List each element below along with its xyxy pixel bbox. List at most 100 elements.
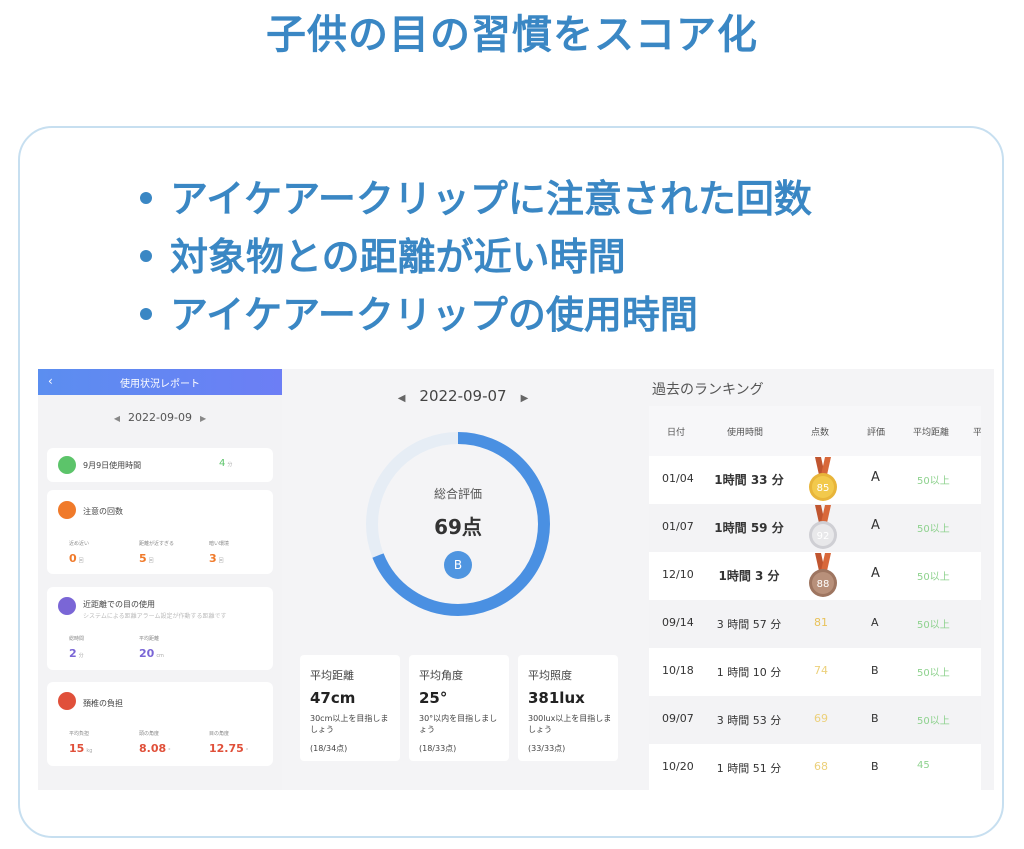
neck-load-card[interactable]: 頚椎の負担 平均負担 頭の角度 目の角度 15 kg 8.08 ° 12.75 ° bbox=[47, 682, 273, 766]
next-date-icon[interactable]: ▶ bbox=[200, 414, 206, 423]
distance-cell: 50以上 bbox=[917, 524, 950, 535]
date-cell: 12/10 bbox=[662, 568, 694, 581]
metric-title: 平均距離 bbox=[310, 669, 354, 682]
date-cell: 01/07 bbox=[662, 520, 694, 533]
warning-label: 距離が近すぎる bbox=[139, 541, 175, 547]
neck-label: 目の角度 bbox=[209, 731, 230, 737]
grade-badge: B bbox=[444, 551, 472, 579]
usage-time-value: 4分 bbox=[219, 458, 233, 469]
neck-value: 15 kg bbox=[69, 742, 93, 755]
alert-icon bbox=[58, 501, 76, 519]
distance-cell: 50以上 bbox=[917, 476, 950, 487]
calendar-icon bbox=[58, 456, 76, 474]
distance-cell: 50以上 bbox=[917, 716, 950, 727]
metric-title: 平均照度 bbox=[528, 669, 572, 682]
neck-load-title: 頚椎の負担 bbox=[83, 699, 123, 708]
report-title: 使用状況レポート bbox=[120, 378, 200, 390]
distance-cell: 50以上 bbox=[917, 668, 950, 679]
report-header: ‹ 使用状況レポート bbox=[38, 369, 282, 395]
table-row[interactable]: 10/20 1 時間 51 分 68 B 45 bbox=[649, 744, 981, 790]
close-use-subtitle: システムによる距離アラーム設定が作動する距離です bbox=[83, 613, 227, 620]
table-row[interactable]: 10/18 1 時間 10 分 74 B 50以上 bbox=[649, 648, 981, 696]
metric-points: (18/33点) bbox=[419, 744, 457, 753]
time-cell: 1時間 33 分 bbox=[714, 473, 784, 487]
close-use-label: 平均距離 bbox=[139, 636, 160, 642]
medal-icon: 88 bbox=[809, 553, 837, 597]
score-text: 85 bbox=[817, 483, 830, 494]
prev-date-icon[interactable]: ◀ bbox=[398, 393, 406, 404]
metric-description: 30cm以上を目指しましょう bbox=[310, 714, 389, 734]
table-row[interactable]: 09/07 3 時間 53 分 69 B 50以上 bbox=[649, 696, 981, 744]
next-date-icon[interactable]: ▶ bbox=[521, 393, 529, 404]
chevron-left-icon[interactable]: ‹ bbox=[48, 374, 53, 388]
report-date-selector: ◀ 2022-09-09 ▶ bbox=[38, 411, 282, 424]
table-row[interactable]: 12/10 1時間 3 分 88 A 50以上 bbox=[649, 552, 981, 600]
warning-card-title: 注意の回数 bbox=[83, 507, 123, 516]
close-use-value: 20 cm bbox=[139, 647, 164, 660]
warning-value: 3回 bbox=[209, 552, 224, 565]
grade-cell: B bbox=[871, 760, 879, 773]
metric-card-illuminance[interactable]: 平均照度 381lux 300lux以上を目指しましょう (33/33点) bbox=[518, 655, 618, 761]
column-header: 日付 bbox=[667, 428, 686, 438]
column-header: 評価 bbox=[867, 428, 886, 438]
time-cell: 1時間 3 分 bbox=[718, 569, 780, 583]
metric-description: 30°以内を目指しましょう bbox=[419, 714, 498, 734]
score-cell: 68 bbox=[814, 760, 828, 773]
metric-points: (18/34点) bbox=[310, 744, 348, 753]
score-date-selector: ◀ 2022-09-07 ▶ bbox=[298, 387, 628, 405]
prev-date-icon[interactable]: ◀ bbox=[114, 414, 120, 423]
bullet-icon bbox=[140, 191, 152, 204]
metric-card-distance[interactable]: 平均距離 47cm 30cm以上を目指しましょう (18/34点) bbox=[300, 655, 400, 761]
ranking-header: 日付 使用時間 点数 評価 平均距離 平 bbox=[649, 406, 981, 456]
distance-cell: 45 bbox=[917, 760, 930, 771]
metric-title: 平均角度 bbox=[419, 669, 463, 682]
distance-cell: 50以上 bbox=[917, 572, 950, 583]
close-use-card[interactable]: 近距離での目の使用 システムによる距離アラーム設定が作動する距離です 総時間 平… bbox=[47, 587, 273, 670]
score-text: 92 bbox=[817, 531, 830, 542]
neck-label: 頭の角度 bbox=[139, 731, 160, 737]
app-screenshot: ‹ 使用状況レポート ◀ 2022-09-09 ▶ 9月9日使用時間 4分 注意の回… bbox=[38, 369, 994, 790]
score-date: 2022-09-07 bbox=[419, 387, 507, 405]
grade-cell: A bbox=[871, 566, 880, 581]
time-cell: 1 時間 51 分 bbox=[716, 762, 782, 775]
score-text: 88 bbox=[817, 579, 830, 590]
report-date: 2022-09-09 bbox=[128, 411, 192, 424]
metric-card-angle[interactable]: 平均角度 25° 30°以内を目指しましょう (18/33点) bbox=[409, 655, 509, 761]
metric-value: 25° bbox=[419, 689, 448, 707]
time-cell: 1時間 59 分 bbox=[714, 521, 784, 535]
feature-item: アイケアークリップに注意された回数 bbox=[140, 170, 812, 228]
table-row[interactable]: 01/07 1時間 59 分 92 A 50以上 bbox=[649, 504, 981, 552]
table-row[interactable]: 01/04 1時間 33 分 85 A 50以上 bbox=[649, 456, 981, 504]
score-cell: 74 bbox=[814, 664, 828, 677]
column-header: 点数 bbox=[811, 428, 830, 438]
usage-time-card[interactable]: 9月9日使用時間 4分 bbox=[47, 448, 273, 482]
overall-label: 総合評価 bbox=[433, 487, 482, 501]
close-use-value: 2分 bbox=[69, 647, 84, 660]
warning-label: 近め近い bbox=[69, 541, 90, 547]
neck-value: 8.08 ° bbox=[139, 742, 171, 755]
medal-icon: 85 bbox=[809, 457, 837, 501]
feature-item: 対象物との距離が近い時間 bbox=[140, 228, 812, 286]
grade-cell: A bbox=[871, 470, 880, 485]
neck-label: 平均負担 bbox=[69, 731, 90, 737]
feature-item: アイケアークリップの使用時間 bbox=[140, 286, 812, 344]
close-use-label: 総時間 bbox=[69, 636, 85, 642]
ranking-title: 過去のランキング bbox=[652, 382, 764, 398]
metric-value: 381lux bbox=[528, 689, 585, 707]
metric-description: 300lux以上を目指しましょう bbox=[528, 714, 612, 734]
warning-value: 5回 bbox=[139, 552, 154, 565]
overall-score: 69点 bbox=[434, 515, 482, 539]
distance-cell: 50以上 bbox=[917, 620, 950, 631]
bullet-icon bbox=[140, 307, 152, 320]
score-cell: 69 bbox=[814, 712, 828, 725]
close-use-title: 近距離での目の使用 bbox=[83, 600, 155, 609]
table-row[interactable]: 09/14 3 時間 57 分 81 A 50以上 bbox=[649, 600, 981, 648]
column-header: 平均距離 bbox=[913, 428, 950, 438]
grade-cell: A bbox=[871, 518, 880, 533]
spine-icon bbox=[58, 692, 76, 710]
date-cell: 01/04 bbox=[662, 472, 694, 485]
metric-value: 47cm bbox=[310, 689, 356, 707]
warning-count-card[interactable]: 注意の回数 近め近い 距離が近すぎる 暗い環境 0回 5回 3回 bbox=[47, 490, 273, 574]
metric-points: (33/33点) bbox=[528, 744, 566, 753]
medal-icon: 92 bbox=[809, 505, 837, 549]
